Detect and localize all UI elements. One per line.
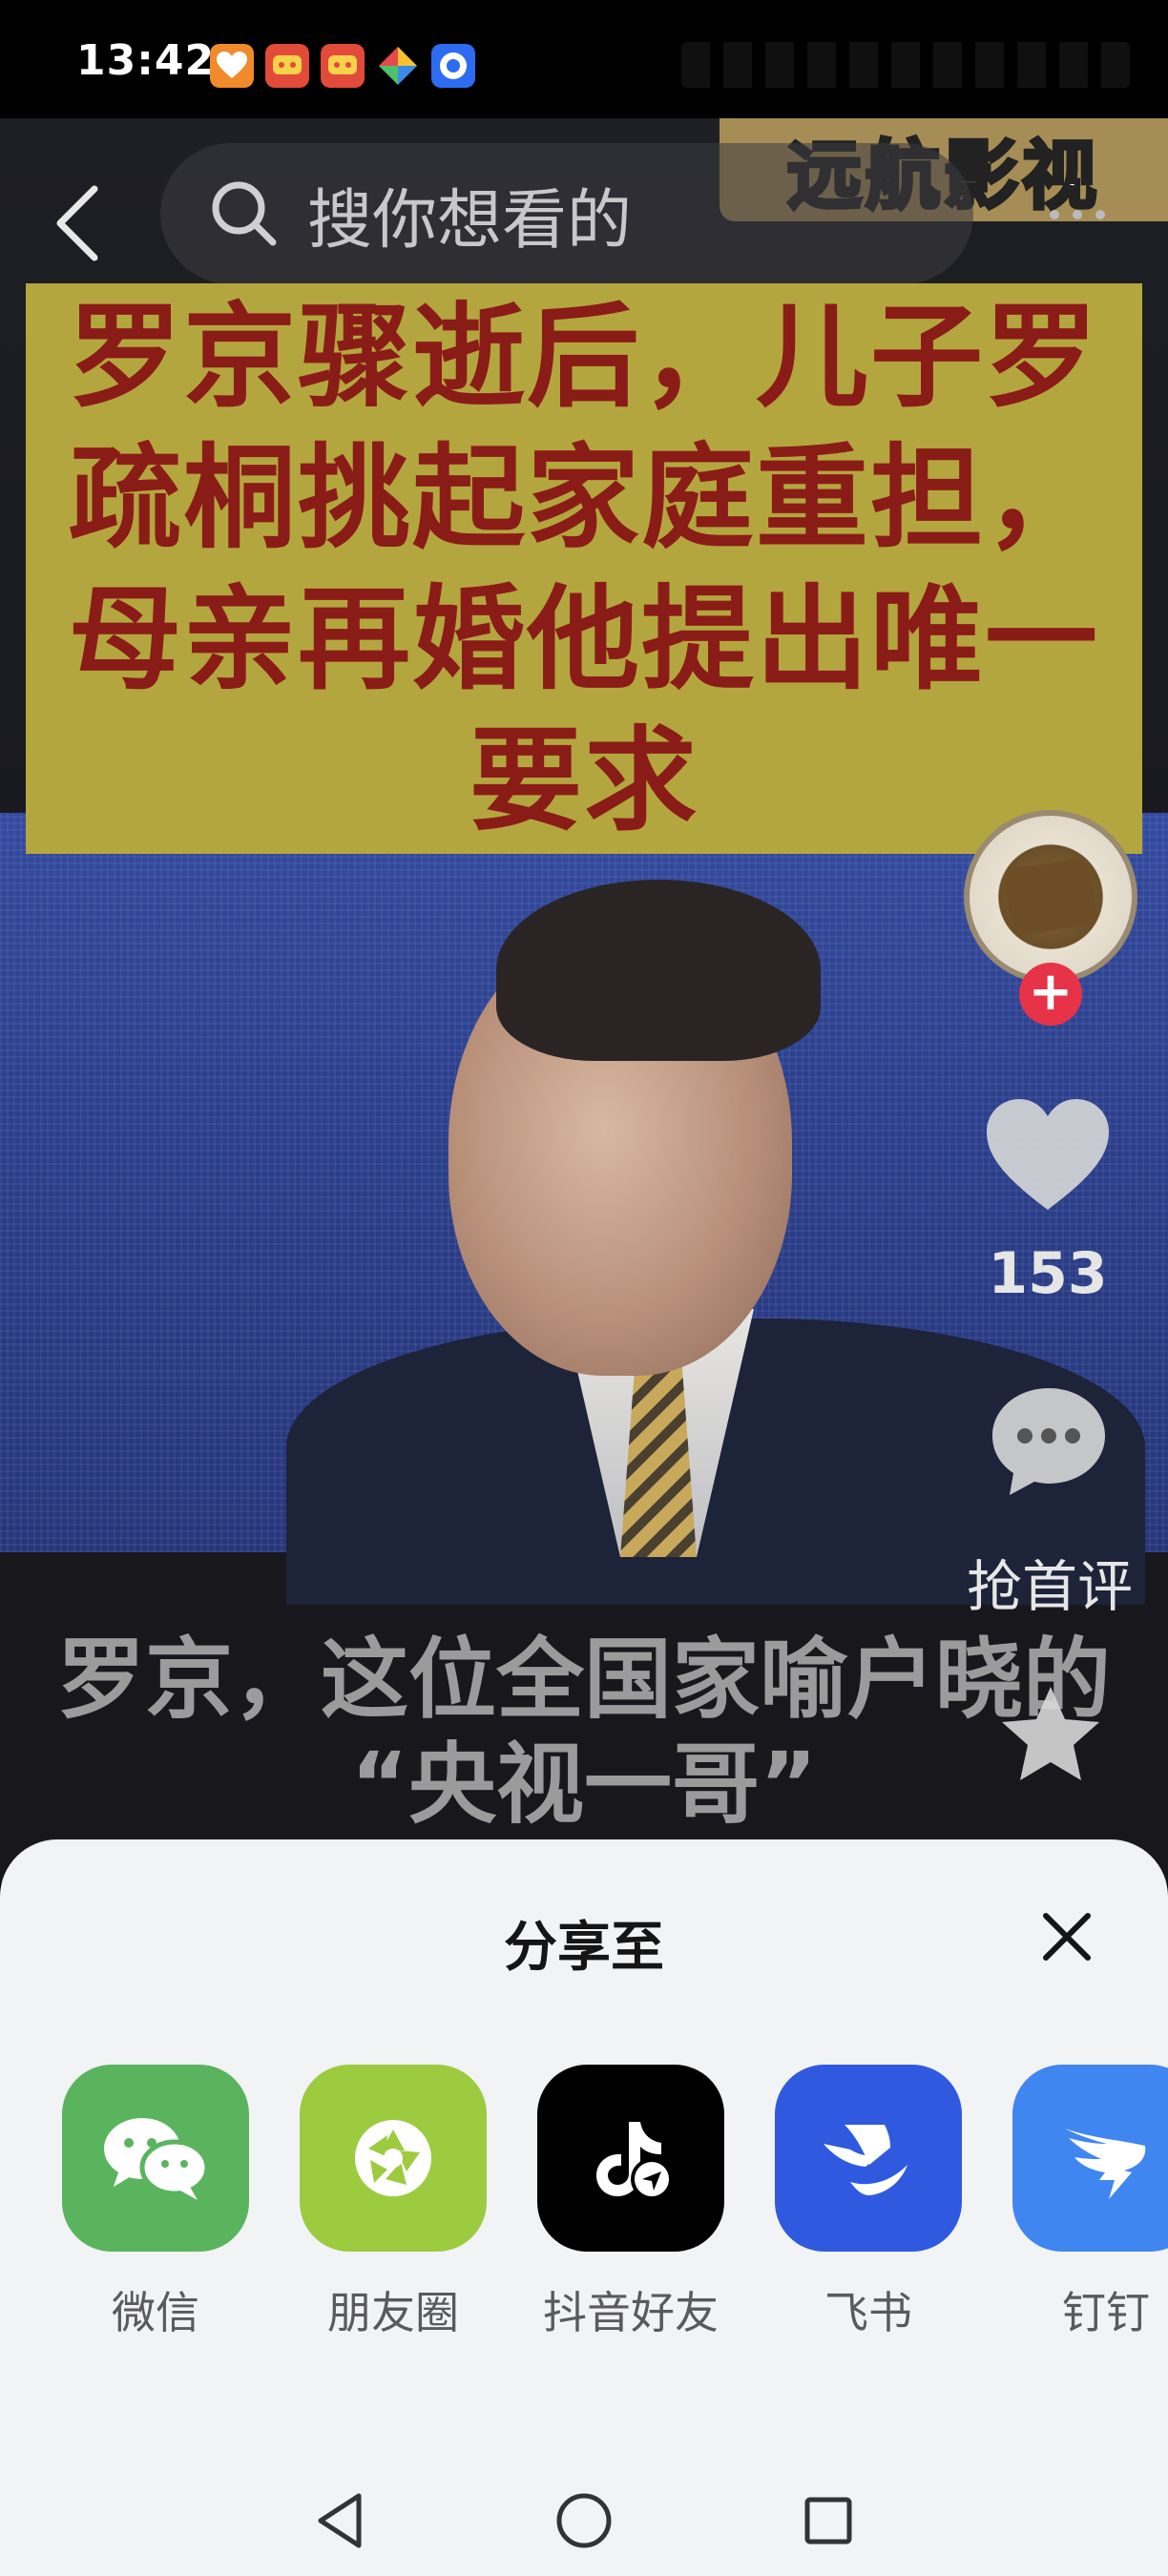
system-status-icons	[681, 42, 1130, 88]
person-hair	[496, 880, 821, 1061]
share-moments[interactable]: 朋友圈	[298, 2065, 489, 2370]
triangle-back-icon	[318, 2493, 362, 2548]
system-navigation-bar	[0, 2442, 1168, 2576]
share-douyin-friend[interactable]: 抖音好友	[535, 2065, 726, 2370]
share-feishu[interactable]: 飞书	[773, 2065, 964, 2370]
share-label: 钉钉	[1062, 2287, 1150, 2338]
search-placeholder: 搜你想看的	[307, 182, 633, 259]
share-targets: 微信 朋友圈 抖音好友 飞书 钉钉	[0, 2065, 1168, 2370]
square-recents-icon	[804, 2497, 852, 2545]
color-wheel-app-icon	[376, 44, 420, 88]
back-button[interactable]	[38, 176, 115, 271]
like-count: 153	[988, 1240, 1108, 1307]
follow-button[interactable]: +	[1019, 963, 1082, 1026]
share-label: 抖音好友	[543, 2287, 719, 2338]
heart-icon[interactable]	[983, 1095, 1113, 1215]
red-app-icon	[321, 44, 365, 88]
comment-icon[interactable]	[987, 1382, 1111, 1501]
video-subtitle: 罗京，这位全国家喻户晓的 “央视一哥”	[29, 1628, 1139, 1838]
blue-app-icon	[431, 44, 475, 88]
red-app-icon	[265, 44, 309, 88]
star-icon[interactable]	[998, 1683, 1103, 1788]
video-player[interactable]: 远航影视 搜你想看的 罗京骤逝后，儿子罗疏桐挑起家庭重担，母亲再婚他提出唯一要求…	[0, 118, 1168, 1883]
share-sheet-title: 分享至	[504, 1917, 664, 1979]
search-icon	[212, 181, 277, 246]
share-wechat[interactable]: 微信	[60, 2065, 251, 2370]
share-label: 朋友圈	[327, 2287, 459, 2338]
heart-app-icon	[210, 44, 254, 88]
notification-icons	[210, 44, 475, 88]
author-avatar[interactable]	[964, 810, 1137, 984]
feishu-icon	[775, 2065, 962, 2252]
more-options-button[interactable]	[1050, 210, 1116, 239]
comment-label[interactable]: 抢首评	[945, 1542, 1155, 1622]
nav-home-button[interactable]	[546, 2483, 622, 2559]
status-time: 13:42	[76, 36, 216, 85]
douyin-icon	[537, 2065, 724, 2252]
video-title-text: 罗京骤逝后，儿子罗疏桐挑起家庭重担，母亲再婚他提出唯一要求	[68, 291, 1099, 846]
share-label: 微信	[112, 2287, 199, 2338]
wechat-icon	[62, 2065, 249, 2252]
dingtalk-icon	[1012, 2065, 1168, 2252]
subtitle-line-1: 罗京，这位全国家喻户晓的	[56, 1629, 1111, 1731]
share-label: 飞书	[824, 2287, 912, 2338]
chevron-left-icon	[56, 185, 98, 261]
share-dingtalk[interactable]: 钉钉	[1011, 2065, 1168, 2370]
nav-recents-button[interactable]	[790, 2483, 866, 2559]
circle-home-icon	[556, 2493, 612, 2548]
close-icon[interactable]	[1032, 1902, 1101, 1971]
nav-back-button[interactable]	[302, 2483, 378, 2559]
subtitle-line-2: “央视一哥”	[350, 1734, 818, 1836]
search-bar[interactable]: 搜你想看的	[160, 143, 973, 284]
avatar-image	[1003, 858, 1098, 936]
status-bar: 13:42	[0, 0, 1168, 118]
video-title-card: 罗京骤逝后，儿子罗疏桐挑起家庭重担，母亲再婚他提出唯一要求	[26, 283, 1142, 854]
moments-icon	[300, 2065, 487, 2252]
